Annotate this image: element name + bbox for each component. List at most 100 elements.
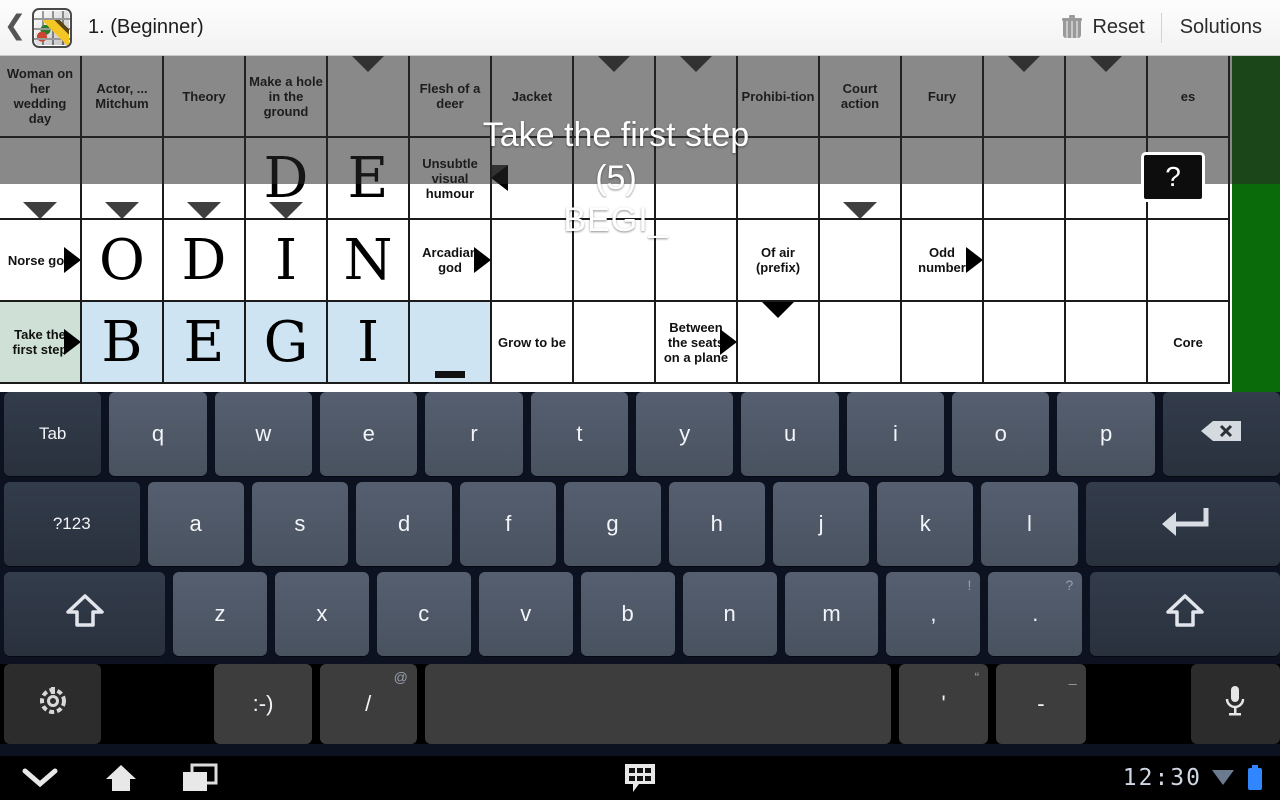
key-d[interactable]: d: [355, 482, 453, 566]
clue-cell[interactable]: Core: [1148, 302, 1230, 384]
key-z[interactable]: z: [173, 572, 267, 656]
key-emoji[interactable]: :-): [214, 664, 312, 744]
key-f-label: f: [505, 511, 512, 536]
key-u[interactable]: u: [741, 392, 839, 476]
key-m[interactable]: m: [784, 572, 879, 656]
home-icon[interactable]: [96, 756, 146, 800]
clue-cell[interactable]: Between the seats on a plane: [656, 302, 738, 384]
key-u-label: u: [783, 421, 797, 446]
grid-cell[interactable]: [410, 302, 492, 384]
key-settings[interactable]: [4, 664, 102, 744]
key-comma[interactable]: ,!: [886, 572, 981, 656]
grid-cell[interactable]: [984, 302, 1066, 384]
on-screen-keyboard[interactable]: Tab q w e r t y u i o p ?123 a s d f g h j k l z x c v b n m,!.? :-)…: [0, 392, 1280, 756]
grid-cell[interactable]: [656, 220, 738, 302]
key-t[interactable]: t: [530, 392, 629, 476]
letter-cell[interactable]: G: [246, 302, 328, 384]
clue-cell[interactable]: Grow to be: [492, 302, 574, 384]
help-button[interactable]: ?: [1141, 152, 1205, 202]
key-j-label: j: [818, 511, 824, 536]
letter-cell[interactable]: D: [164, 220, 246, 302]
key-x[interactable]: x: [274, 572, 369, 656]
recent-apps-icon[interactable]: [174, 756, 226, 800]
key-n[interactable]: n: [682, 572, 777, 656]
reset-label: Reset: [1092, 16, 1145, 38]
page-title: 1. (Beginner): [88, 16, 204, 38]
key-r[interactable]: r: [425, 392, 523, 476]
clue-cell[interactable]: Take the first step: [0, 302, 82, 384]
key-v[interactable]: v: [478, 572, 573, 656]
crossword-app-logo[interactable]: [32, 7, 72, 48]
keyboard-row3: z x c v b n m,!.?: [0, 572, 1280, 656]
key-g[interactable]: g: [564, 482, 661, 566]
key-x-label: x: [316, 601, 328, 626]
key-p-label: p: [1099, 421, 1113, 446]
key-period-label: .: [1032, 601, 1039, 626]
grid-cell[interactable]: [984, 220, 1066, 302]
key-l[interactable]: l: [981, 482, 1078, 566]
letter-cell[interactable]: B: [82, 302, 164, 384]
keyboard-indicator-icon[interactable]: [616, 756, 664, 800]
key-b[interactable]: b: [580, 572, 675, 656]
key-tab-label: Tab: [38, 424, 67, 443]
grid-cell[interactable]: [820, 302, 902, 384]
key-shift-right[interactable]: [1090, 572, 1280, 656]
letter-cell[interactable]: O: [82, 220, 164, 302]
grid-cell[interactable]: [820, 220, 902, 302]
grid-cell[interactable]: [1066, 302, 1148, 384]
key-w-label: w: [255, 421, 272, 446]
reset-button[interactable]: Reset: [1046, 0, 1160, 56]
key-enter[interactable]: [1085, 482, 1280, 566]
key-shift-left[interactable]: [4, 572, 165, 656]
back-chevron-icon[interactable]: ❮: [0, 12, 30, 43]
keyboard-row1: Tab q w e r t y u i o p: [0, 392, 1280, 476]
key-a[interactable]: a: [147, 482, 244, 566]
key-backspace[interactable]: [1162, 392, 1280, 476]
grid-cell[interactable]: [1066, 220, 1148, 302]
key-q[interactable]: q: [109, 392, 207, 476]
key-hyphen[interactable]: - _: [996, 664, 1086, 744]
key-b-label: b: [621, 601, 634, 626]
letter-cell[interactable]: E: [164, 302, 246, 384]
key-tab[interactable]: Tab: [4, 392, 102, 476]
key-y[interactable]: y: [636, 392, 734, 476]
key-slash[interactable]: / @: [319, 664, 417, 744]
key-w[interactable]: w: [214, 392, 313, 476]
key-i[interactable]: i: [846, 392, 945, 476]
key-k[interactable]: k: [877, 482, 974, 566]
letter-cell[interactable]: I: [246, 220, 328, 302]
key-apostrophe[interactable]: ' “: [898, 664, 989, 744]
key-period[interactable]: .?: [988, 572, 1083, 656]
key-c[interactable]: c: [376, 572, 471, 656]
grid-cell[interactable]: [738, 302, 820, 384]
clue-cell[interactable]: Norse god: [0, 220, 82, 302]
grid-cell[interactable]: [574, 220, 656, 302]
letter-cell[interactable]: I: [328, 302, 410, 384]
key-symbols[interactable]: ?123: [4, 482, 140, 566]
crossword-board[interactable]: Woman on her wedding dayActor, ... Mitch…: [0, 56, 1280, 392]
key-r-label: r: [470, 421, 478, 446]
key-f[interactable]: f: [460, 482, 557, 566]
grid-cell[interactable]: [1148, 220, 1230, 302]
clue-cell[interactable]: Odd number: [902, 220, 984, 302]
grid-cell[interactable]: [902, 302, 984, 384]
arrow-right-icon: [474, 247, 490, 273]
key-j[interactable]: j: [772, 482, 870, 566]
arrow-right-icon: [64, 247, 80, 273]
letter-cell[interactable]: N: [328, 220, 410, 302]
key-space[interactable]: [424, 664, 891, 744]
key-q-label: q: [151, 421, 165, 446]
grid-cell[interactable]: [574, 302, 656, 384]
key-mic[interactable]: [1190, 664, 1280, 744]
solutions-button[interactable]: Solutions: [1162, 0, 1280, 56]
key-o[interactable]: o: [952, 392, 1050, 476]
key-e[interactable]: e: [320, 392, 418, 476]
clue-cell[interactable]: Arcadian god: [410, 220, 492, 302]
key-k-label: k: [919, 511, 931, 536]
back-down-chevron-icon[interactable]: [14, 756, 66, 800]
clue-cell[interactable]: Of air (prefix): [738, 220, 820, 302]
grid-cell[interactable]: [492, 220, 574, 302]
key-h[interactable]: h: [668, 482, 765, 566]
key-s[interactable]: s: [251, 482, 348, 566]
key-p[interactable]: p: [1057, 392, 1155, 476]
